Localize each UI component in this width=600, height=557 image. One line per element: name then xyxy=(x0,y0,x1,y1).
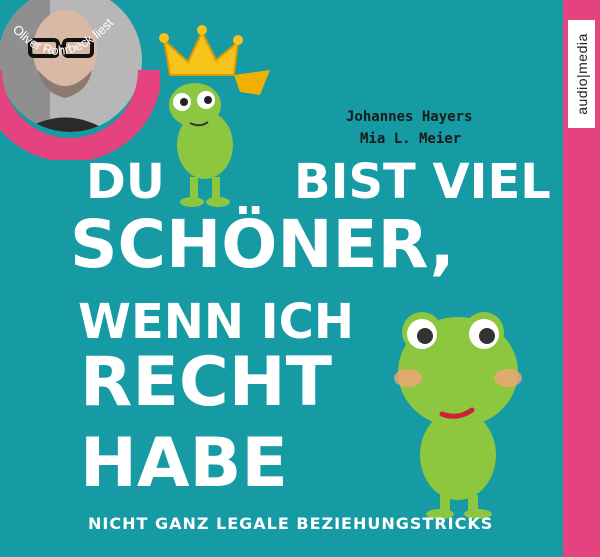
audiobook-cover: audio|media Oliver Rohrbeck liest Johann… xyxy=(0,0,600,557)
publisher-logo-text: audio|media xyxy=(573,33,590,115)
author-2: Mia L. Meier xyxy=(360,131,462,147)
title-line-3: WENN ICH xyxy=(78,294,355,350)
subtitle: NICHT GANZ LEGALE BEZIEHUNGSTRICKS xyxy=(88,514,494,533)
frog-icon xyxy=(169,83,233,207)
narrator-badge: Oliver Rohrbeck liest xyxy=(0,0,160,160)
frog-icon xyxy=(394,312,522,519)
frog-with-crown xyxy=(159,25,270,207)
title-line-4: RECHT xyxy=(80,343,333,422)
publisher-logo: audio|media xyxy=(568,20,595,128)
svg-text:Oliver Rohrbeck liest: Oliver Rohrbeck liest xyxy=(10,15,117,58)
narrator-label-text: Oliver Rohrbeck liest xyxy=(10,15,117,58)
narrator-label: Oliver Rohrbeck liest xyxy=(10,15,117,58)
authors: Johannes Hayers Mia L. Meier xyxy=(346,106,472,150)
crown-icon xyxy=(159,25,270,95)
title-line-5: HABE xyxy=(80,424,288,503)
title-line-1-right: BIST VIEL xyxy=(294,154,551,210)
title-line-1-left: DU xyxy=(86,154,165,210)
title-line-2: SCHÖNER, xyxy=(70,206,455,283)
author-1: Johannes Hayers xyxy=(346,109,473,125)
frog-big xyxy=(394,312,522,519)
